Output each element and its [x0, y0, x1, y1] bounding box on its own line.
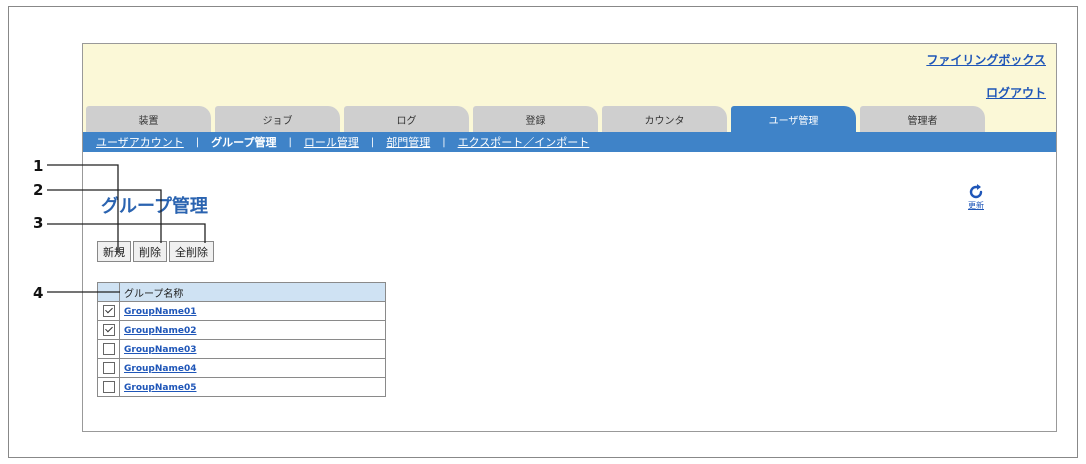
- tab-counter[interactable]: カウンタ: [602, 106, 727, 132]
- filing-box-link[interactable]: ファイリングボックス: [926, 51, 1046, 68]
- new-button[interactable]: 新規: [97, 241, 131, 262]
- row-checkbox[interactable]: [102, 305, 115, 317]
- table-row: GroupName03: [97, 339, 386, 359]
- subnav-user-account[interactable]: ユーザアカウント: [96, 134, 184, 150]
- group-name-link[interactable]: GroupName04: [124, 364, 196, 374]
- group-name-link[interactable]: GroupName05: [124, 383, 196, 393]
- subnav-group-management[interactable]: グループ管理: [211, 134, 276, 150]
- callout-number-1: 1: [33, 157, 44, 175]
- group-name-link[interactable]: GroupName01: [124, 307, 196, 317]
- table-row: GroupName05: [97, 377, 386, 397]
- page-title: グループ管理: [101, 196, 208, 217]
- delete-all-button[interactable]: 全削除: [169, 241, 214, 262]
- group-name-link[interactable]: GroupName02: [124, 326, 196, 336]
- table-header-row: グループ名称: [97, 282, 386, 302]
- sub-navigation: ユーザアカウント | グループ管理 | ロール管理 | 部門管理 | エクスポー…: [83, 132, 1056, 152]
- subnav-separator: |: [370, 136, 375, 148]
- callout-number-3: 3: [33, 214, 44, 232]
- action-buttons: 新規 削除 全削除: [97, 241, 216, 262]
- row-checkbox[interactable]: [102, 362, 115, 374]
- callout-number-4: 4: [33, 284, 44, 302]
- tab-device[interactable]: 装置: [86, 106, 211, 132]
- header-bar: ファイリングボックス ログアウト 装置 ジョブ ログ 登録 カウンタ ユーザ管理…: [83, 44, 1056, 132]
- refresh-button[interactable]: 更新: [961, 184, 991, 214]
- group-name-column-header: グループ名称: [119, 282, 386, 302]
- subnav-separator: |: [195, 136, 200, 148]
- subnav-separator: |: [442, 136, 446, 148]
- delete-button[interactable]: 削除: [133, 241, 167, 262]
- callout-number-2: 2: [33, 181, 44, 199]
- subnav-department-management[interactable]: 部門管理: [386, 134, 430, 150]
- table-row: GroupName01: [97, 301, 386, 321]
- row-checkbox[interactable]: [102, 343, 115, 355]
- tab-job[interactable]: ジョブ: [215, 106, 340, 132]
- web-ui-window: ファイリングボックス ログアウト 装置 ジョブ ログ 登録 カウンタ ユーザ管理…: [82, 43, 1057, 432]
- table-row: GroupName02: [97, 320, 386, 340]
- tab-log[interactable]: ログ: [344, 106, 469, 132]
- group-table: グループ名称 GroupName01 GroupName02 GroupName…: [97, 282, 386, 397]
- subnav-separator: |: [288, 136, 292, 148]
- tab-registration[interactable]: 登録: [473, 106, 598, 132]
- tab-administrator[interactable]: 管理者: [860, 106, 985, 132]
- tab-user-management[interactable]: ユーザ管理: [731, 106, 856, 132]
- main-tabs: 装置 ジョブ ログ 登録 カウンタ ユーザ管理 管理者: [86, 106, 989, 132]
- row-checkbox[interactable]: [102, 381, 115, 393]
- table-row: GroupName04: [97, 358, 386, 378]
- refresh-icon: [969, 184, 983, 199]
- subnav-export-import[interactable]: エクスポート／インポート: [458, 134, 590, 150]
- logout-link[interactable]: ログアウト: [986, 84, 1046, 101]
- select-column-header: [97, 282, 120, 302]
- refresh-label: 更新: [968, 201, 984, 210]
- row-checkbox[interactable]: [102, 324, 115, 336]
- subnav-role-management[interactable]: ロール管理: [304, 134, 359, 150]
- group-name-link[interactable]: GroupName03: [124, 345, 196, 355]
